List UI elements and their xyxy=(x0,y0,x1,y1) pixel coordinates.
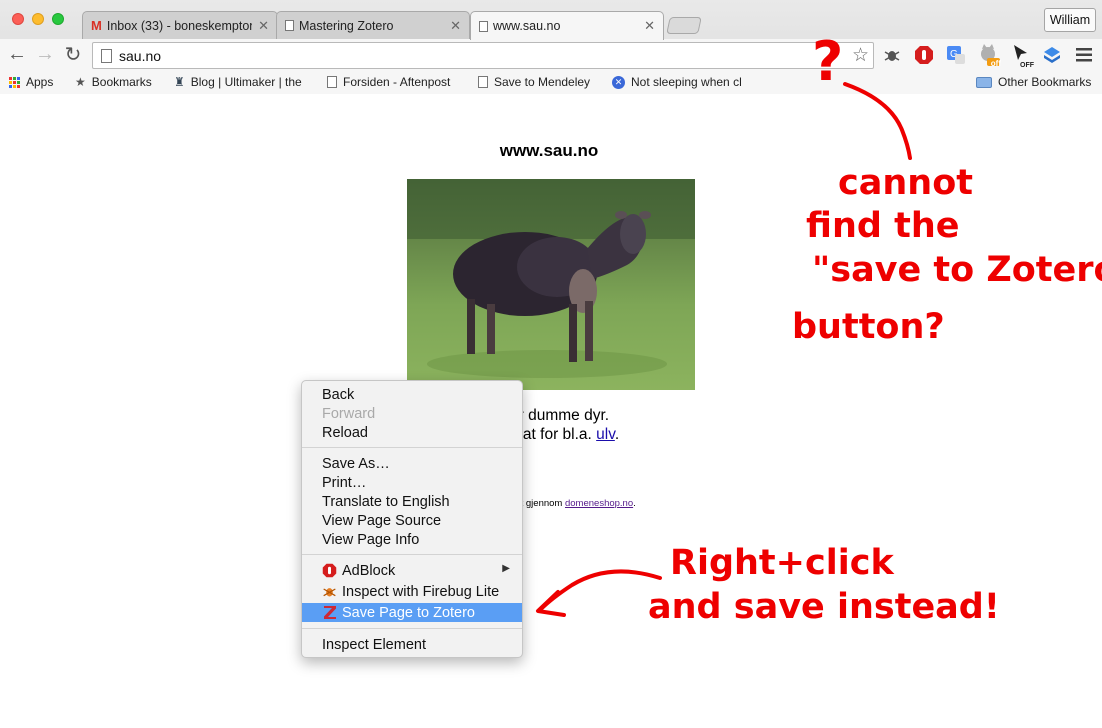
new-tab-button[interactable] xyxy=(666,17,702,34)
annotation-note1-line1: cannot xyxy=(838,163,973,203)
annotation-note2-line2: and save instead! xyxy=(648,587,1000,627)
annotation-note1-line4: button? xyxy=(792,307,945,347)
menu-divider xyxy=(302,554,522,555)
menu-item-save-to-zotero[interactable]: Save Page to Zotero xyxy=(302,603,522,622)
bookmark-other-bookmarks[interactable]: Other Bookmarks xyxy=(976,75,1091,89)
tab-label: www.sau.no xyxy=(493,19,561,33)
bookmark-save-to-mendeley[interactable]: Save to Mendeley xyxy=(478,75,590,89)
close-icon[interactable]: ✕ xyxy=(644,18,655,34)
close-icon[interactable]: ✕ xyxy=(450,18,461,34)
profile-button[interactable]: William xyxy=(1044,8,1096,32)
translate-icon[interactable]: G xyxy=(945,44,967,66)
annotation-note1-line3: "save to Zotero" xyxy=(812,250,1102,290)
bookmark-label: Forsiden - Aftenpost xyxy=(343,75,451,89)
bookmark-ultimaker-blog[interactable]: ♜ Blog | Ultimaker | the xyxy=(174,75,310,89)
firebug-icon[interactable] xyxy=(881,44,903,66)
menu-item-label: Inspect with Firebug Lite xyxy=(342,583,500,600)
tab-mastering-zotero[interactable]: Mastering Zotero ✕ xyxy=(276,11,470,39)
folder-icon xyxy=(976,76,992,88)
menu-divider xyxy=(302,628,522,629)
bookmark-star-icon[interactable]: ☆ xyxy=(852,44,869,67)
dropbox-icon[interactable] xyxy=(1041,44,1063,66)
ulv-link[interactable]: ulv xyxy=(596,426,615,443)
forward-arrow-icon[interactable]: → xyxy=(34,43,56,65)
reload-icon[interactable]: ↻ xyxy=(62,43,84,66)
bookmark-aftenposten[interactable]: Forsiden - Aftenpost xyxy=(327,75,459,89)
annotation-note1-line2: find the xyxy=(806,206,959,246)
blocked-icon: ✕ xyxy=(612,75,625,89)
bookmark-label: Blog | Ultimaker | the xyxy=(190,75,302,89)
menu-item-back[interactable]: Back xyxy=(302,385,522,404)
bookmark-label: Not sleeping when cl xyxy=(631,75,742,89)
footer-note: rert gjennom domeneshop.no. xyxy=(509,498,636,509)
cat-extension-icon[interactable]: off xyxy=(978,44,1001,68)
bookmark-label: Bookmarks xyxy=(91,75,152,89)
browser-chrome: M Inbox (33) - boneskempton ✕ Mastering … xyxy=(0,0,1102,94)
close-icon[interactable]: ✕ xyxy=(258,18,269,34)
menu-item-label: Save Page to Zotero xyxy=(342,604,475,621)
body-text-line1: er dumme dyr. xyxy=(510,407,610,424)
footer-text: . xyxy=(633,498,636,509)
bookmark-label: Other Bookmarks xyxy=(998,75,1092,89)
apps-grid-icon xyxy=(9,76,20,88)
annotation-note2-line1: Right+click xyxy=(670,543,894,583)
bookmark-label: Save to Mendeley xyxy=(494,75,591,89)
adblock-icon xyxy=(322,563,337,578)
menu-item-label: AdBlock xyxy=(342,562,396,579)
submenu-arrow-icon: ▶ xyxy=(502,563,510,574)
adblock-icon[interactable] xyxy=(913,44,935,66)
address-bar[interactable]: sau.no ☆ xyxy=(92,42,874,69)
menu-item-view-source[interactable]: View Page Source xyxy=(302,511,522,530)
page-title: www.sau.no xyxy=(499,141,599,160)
menu-item-firebug[interactable]: Inspect with Firebug Lite xyxy=(302,582,522,601)
domeneshop-link[interactable]: domeneshop.no xyxy=(565,498,633,509)
menu-divider xyxy=(302,447,522,448)
bookmark-label: Apps xyxy=(26,75,54,89)
tab-gmail-inbox[interactable]: M Inbox (33) - boneskempton ✕ xyxy=(82,11,278,39)
bookmark-apps[interactable]: Apps xyxy=(9,75,53,89)
off-badge: OFF xyxy=(1020,62,1034,69)
annotation-arrow-line xyxy=(538,569,662,612)
menu-item-save-as[interactable]: Save As… xyxy=(302,454,522,473)
page-icon xyxy=(478,76,488,88)
page-icon xyxy=(285,20,294,31)
context-menu: Back Forward Reload Save As… Print… Tran… xyxy=(301,380,523,658)
annotation-arrowhead xyxy=(536,590,566,617)
page-icon xyxy=(101,49,112,63)
bookmark-bookmarks[interactable]: ★ Bookmarks xyxy=(75,75,152,89)
body-text: . xyxy=(614,426,620,443)
menu-item-view-info[interactable]: View Page Info xyxy=(302,530,522,549)
menu-icon[interactable] xyxy=(1073,44,1095,66)
star-icon: ★ xyxy=(75,75,86,89)
off-badge: off xyxy=(990,59,1001,68)
bookmark-not-sleeping[interactable]: ✕ Not sleeping when cl xyxy=(612,75,746,89)
tab-sau-active[interactable]: www.sau.no ✕ xyxy=(470,11,664,40)
page-icon xyxy=(327,76,337,88)
tab-label: Inbox (33) - boneskempton xyxy=(106,18,253,33)
close-window-button[interactable] xyxy=(12,13,24,25)
gmail-icon: M xyxy=(91,18,102,33)
menu-item-reload[interactable]: Reload xyxy=(302,423,522,442)
menu-item-inspect[interactable]: Inspect Element xyxy=(302,635,522,654)
firebug-icon xyxy=(322,584,337,599)
ultimaker-icon: ♜ xyxy=(174,75,185,89)
toolbar: ← → ↻ sau.no ☆ G off OFF xyxy=(0,39,1102,71)
back-arrow-icon[interactable]: ← xyxy=(6,43,28,65)
menu-item-print[interactable]: Print… xyxy=(302,473,522,492)
bookmarks-bar: Apps ★ Bookmarks ♜ Blog | Ultimaker | th… xyxy=(0,71,1102,94)
menu-item-forward: Forward xyxy=(322,405,376,422)
tab-label: Mastering Zotero xyxy=(299,18,394,33)
menu-item-translate[interactable]: Translate to English xyxy=(302,492,522,511)
cursor-extension-icon[interactable]: OFF xyxy=(1010,44,1034,69)
zoom-window-button[interactable] xyxy=(52,13,64,25)
body-text-line2: mat for bl.a. ulv. xyxy=(510,426,619,444)
zotero-icon xyxy=(322,605,337,620)
page-icon xyxy=(479,20,488,32)
menu-item-adblock[interactable]: AdBlock ▶ xyxy=(302,561,522,580)
url-text[interactable]: sau.no xyxy=(119,48,161,64)
minimize-window-button[interactable] xyxy=(32,13,44,25)
sheep-photo xyxy=(407,179,695,390)
annotation-arrow-line xyxy=(843,82,912,160)
